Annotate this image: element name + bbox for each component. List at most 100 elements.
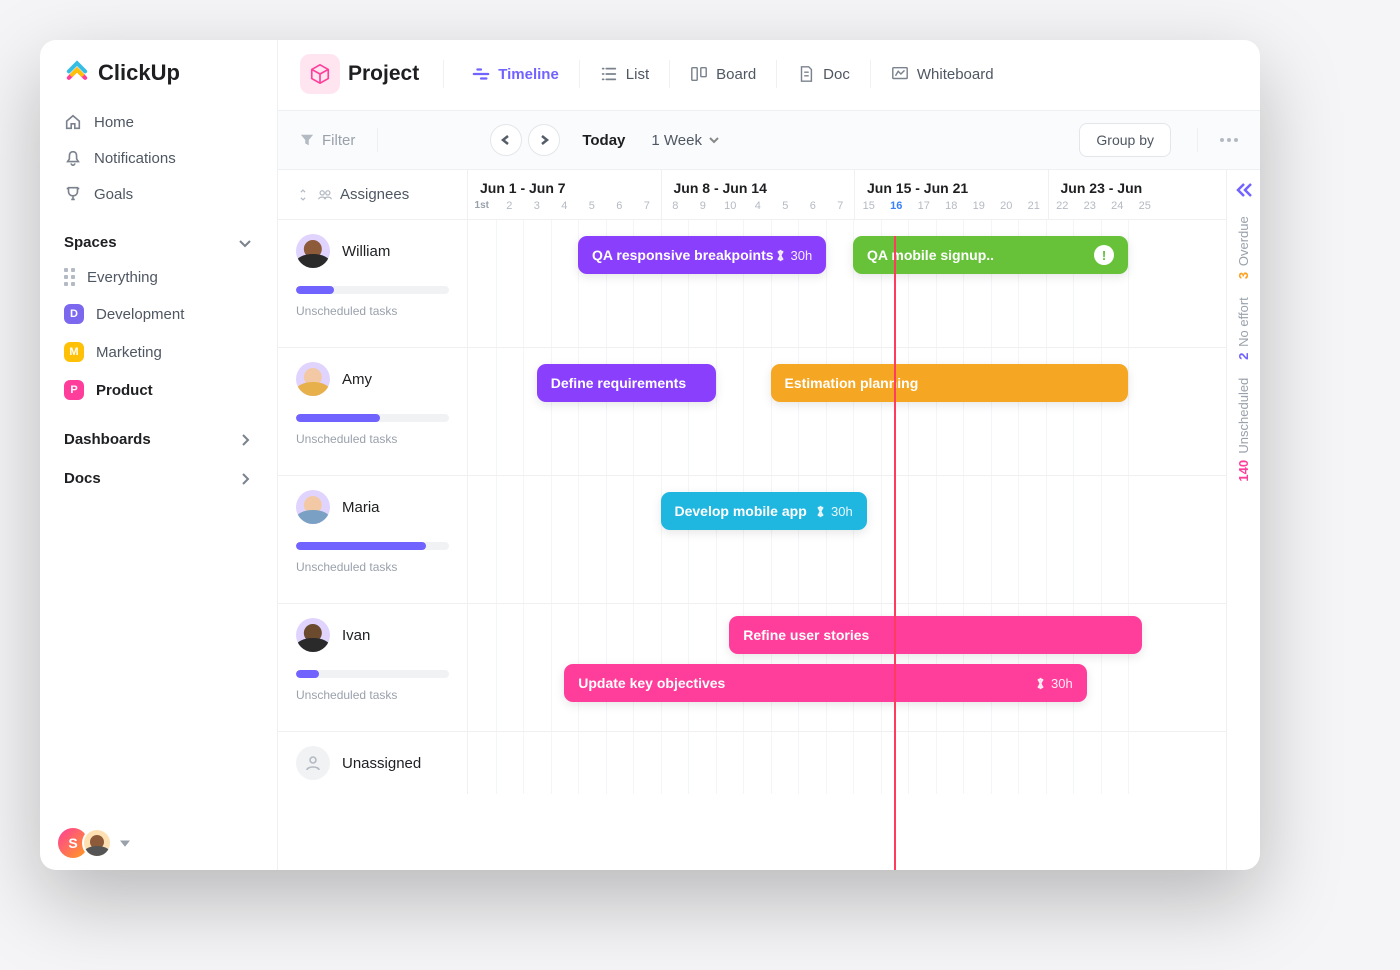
day-cell: 6 <box>799 200 827 212</box>
space-badge: P <box>64 380 84 400</box>
unscheduled-label: Unscheduled tasks <box>296 688 449 702</box>
task-bar[interactable]: Update key objectives30h <box>564 664 1087 702</box>
day-cell: 21 <box>1020 200 1048 212</box>
day-cell: 7 <box>633 200 661 212</box>
brand-name: ClickUp <box>98 60 180 86</box>
timeline-row: MariaUnscheduled tasks Develop mobile app… <box>278 476 1226 604</box>
date-group: Jun 15 - Jun 2115161718192021 <box>855 170 1049 219</box>
row-lanes[interactable]: Refine user stories Update key objectives… <box>468 604 1226 731</box>
main-area: Project TimelineListBoardDocWhiteboard F… <box>278 40 1260 870</box>
group-by-button[interactable]: Group by <box>1079 123 1171 157</box>
assignee-name: William <box>342 243 390 260</box>
chevron-right-icon <box>237 471 253 487</box>
workload-bar <box>296 670 449 678</box>
nav-notifications[interactable]: Notifications <box>58 140 259 176</box>
alert-icon: ! <box>1094 245 1114 265</box>
nav-label: Notifications <box>94 150 176 167</box>
view-tab-list[interactable]: List <box>590 59 659 89</box>
row-sidebar: IvanUnscheduled tasks <box>278 604 468 731</box>
range-selector[interactable]: 1 Week <box>651 132 720 149</box>
space-badge: D <box>64 304 84 324</box>
assignee-name: Amy <box>342 371 372 388</box>
unscheduled-label: Unscheduled tasks <box>296 432 449 446</box>
clickup-logo-icon <box>64 60 90 86</box>
row-lanes[interactable]: QA responsive breakpoints30hQA mobile si… <box>468 220 1226 347</box>
row-lanes[interactable]: Define requirements Estimation planning <box>468 348 1226 475</box>
more-button[interactable] <box>1220 138 1238 142</box>
day-cell: 25 <box>1131 200 1159 212</box>
day-cell: 3 <box>523 200 551 212</box>
range-label: 1 Week <box>651 132 702 149</box>
nav-goals[interactable]: Goals <box>58 176 259 212</box>
day-cell: 5 <box>578 200 606 212</box>
divider <box>443 60 444 88</box>
next-button[interactable] <box>528 124 560 156</box>
section-dashboards[interactable]: Dashboards <box>40 417 277 456</box>
day-cell: 15 <box>855 200 883 212</box>
view-tab-timeline[interactable]: Timeline <box>462 59 569 89</box>
space-everything[interactable]: Everything <box>58 259 259 295</box>
workload-bar <box>296 414 449 422</box>
day-cell: 20 <box>993 200 1021 212</box>
timeline-row: WilliamUnscheduled tasksQA responsive br… <box>278 220 1226 348</box>
day-cell: 23 <box>1076 200 1104 212</box>
rail-overdue[interactable]: 3Overdue <box>1236 216 1251 279</box>
filter-icon <box>300 133 314 147</box>
view-tab-board[interactable]: Board <box>680 59 766 89</box>
assignees-label: Assignees <box>340 186 409 203</box>
collapse-rail-button[interactable] <box>1235 182 1253 198</box>
space-marketing[interactable]: MMarketing <box>58 333 259 371</box>
assignee-avatar <box>296 362 330 396</box>
toolbar: Filter Today 1 Week Group by <box>278 111 1260 170</box>
today-indicator <box>894 236 896 870</box>
unassigned-avatar <box>296 746 330 780</box>
day-cell: 1st <box>468 200 496 212</box>
timeline-row: Amy Unscheduled tasks Define requirements E… <box>278 348 1226 476</box>
task-bar[interactable]: Estimation planning <box>771 364 1129 402</box>
task-bar[interactable]: Define requirements <box>537 364 716 402</box>
timeline-header: Assignees Jun 1 - Jun 71st234567Jun 8 - … <box>278 170 1226 220</box>
assignees-column-header[interactable]: Assignees <box>278 170 468 219</box>
brand-logo[interactable]: ClickUp <box>40 40 277 104</box>
task-bar[interactable]: Refine user stories <box>729 616 1142 654</box>
row-sidebar: MariaUnscheduled tasks <box>278 476 468 603</box>
timeline: Assignees Jun 1 - Jun 71st234567Jun 8 - … <box>278 170 1260 870</box>
section-docs[interactable]: Docs <box>40 456 277 495</box>
home-icon <box>64 113 82 131</box>
timeline-row: Unassigned <box>278 732 1226 794</box>
divider <box>377 128 378 152</box>
project-icon <box>300 54 340 94</box>
row-lanes[interactable] <box>468 732 1226 794</box>
space-development[interactable]: DDevelopment <box>58 295 259 333</box>
day-cell: 24 <box>1104 200 1132 212</box>
today-button[interactable]: Today <box>582 132 625 149</box>
task-bar[interactable]: QA responsive breakpoints30h <box>578 236 826 274</box>
view-tab-whiteboard[interactable]: Whiteboard <box>881 59 1004 89</box>
row-lanes[interactable]: Develop mobile app30h <box>468 476 1226 603</box>
day-cell: 4 <box>744 200 772 212</box>
assignee-name: Unassigned <box>342 755 421 772</box>
day-cell: 6 <box>606 200 634 212</box>
day-cell: 17 <box>910 200 938 212</box>
date-group: Jun 23 - Jun22232425 <box>1049 170 1227 219</box>
prev-button[interactable] <box>490 124 522 156</box>
rail-unscheduled[interactable]: 140Unscheduled <box>1236 378 1251 482</box>
assignee-avatar <box>296 490 330 524</box>
workspace-switcher[interactable]: S <box>40 816 277 870</box>
day-cell: 9 <box>689 200 717 212</box>
timeline-row: IvanUnscheduled tasksRefine user stories… <box>278 604 1226 732</box>
task-label: Refine user stories <box>743 627 869 643</box>
filter-button[interactable]: Filter <box>300 132 355 149</box>
topbar: Project TimelineListBoardDocWhiteboard <box>278 40 1260 111</box>
space-product[interactable]: PProduct <box>58 371 259 409</box>
nav-home[interactable]: Home <box>58 104 259 140</box>
view-tab-doc[interactable]: Doc <box>787 59 860 89</box>
spaces-header[interactable]: Spaces <box>40 220 277 259</box>
filter-label: Filter <box>322 132 355 149</box>
rail-no-effort[interactable]: 2No effort <box>1236 297 1251 360</box>
task-bar[interactable]: Develop mobile app30h <box>661 492 867 530</box>
chevron-right-icon <box>237 432 253 448</box>
day-cell: 18 <box>938 200 966 212</box>
day-cell: 16 <box>883 200 911 212</box>
unscheduled-label: Unscheduled tasks <box>296 560 449 574</box>
